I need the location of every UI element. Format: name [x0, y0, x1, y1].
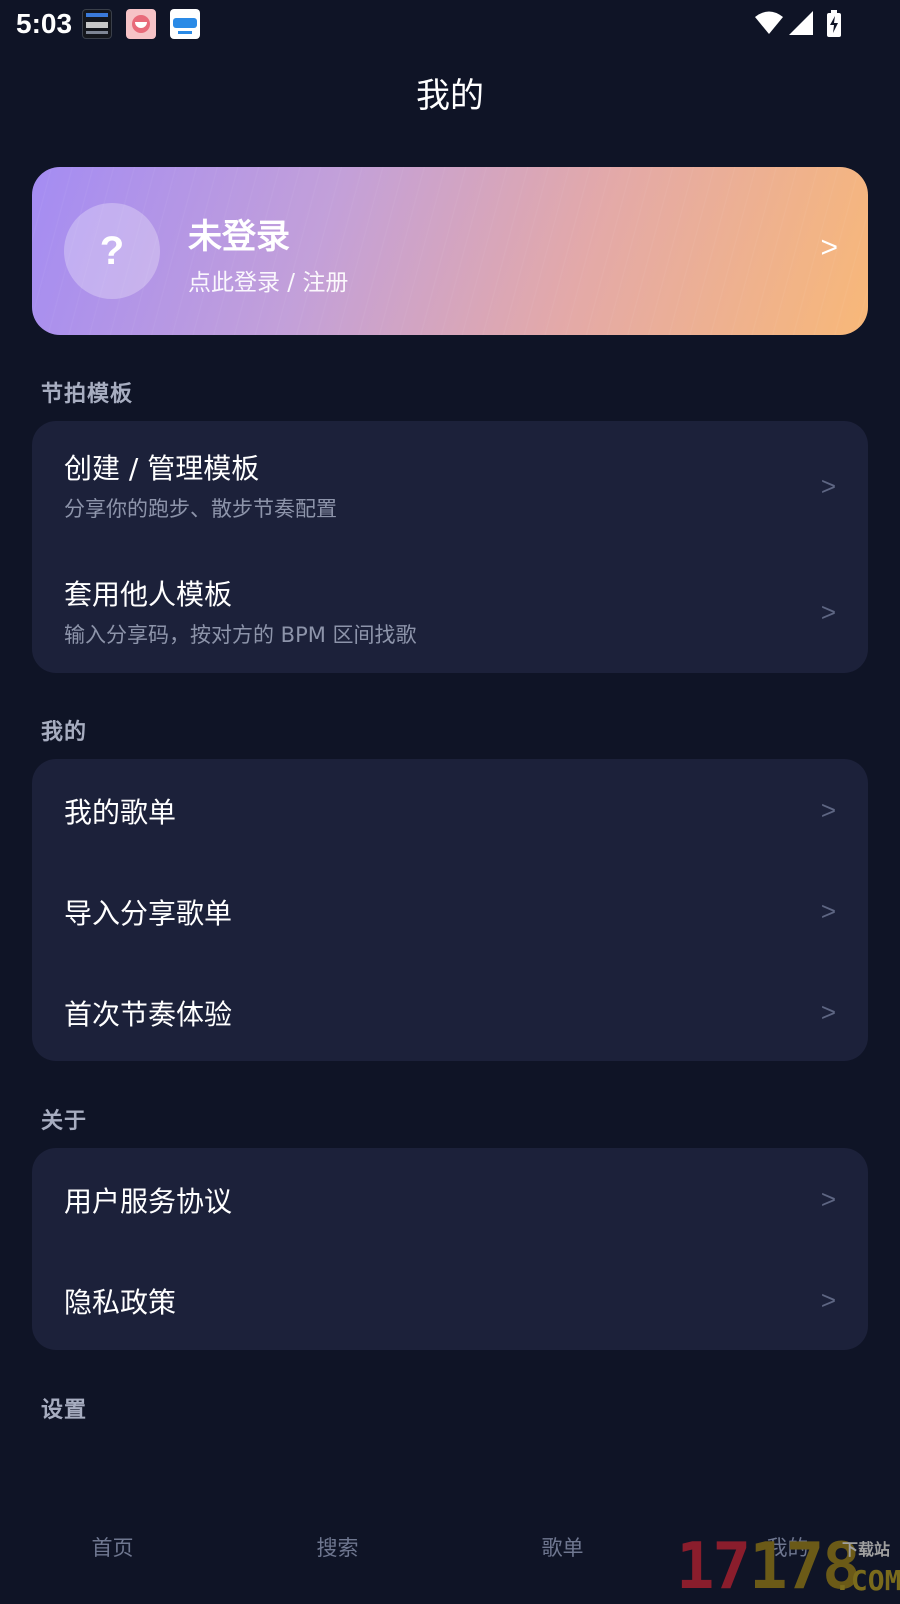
cooking-app-icon: [126, 9, 156, 39]
list-item-my-playlists[interactable]: 我的歌单 >: [32, 759, 868, 859]
profile-name: 未登录: [188, 217, 290, 257]
item-title: 用户服务协议: [64, 1185, 233, 1218]
item-title: 套用他人模板: [64, 578, 233, 611]
signal-icon: [789, 11, 813, 35]
section-title-mine: 我的: [41, 720, 88, 745]
login-profile-card[interactable]: ? 未登录 点此登录 / 注册 >: [32, 167, 868, 335]
templates-group: 创建 / 管理模板 分享你的跑步、散步节奏配置 > 套用他人模板 输入分享码，按…: [32, 421, 868, 673]
calendar-app-icon: [82, 9, 112, 39]
list-item-apply-template[interactable]: 套用他人模板 输入分享码，按对方的 BPM 区间找歌 >: [32, 547, 868, 673]
list-item-first-rhythm[interactable]: 首次节奏体验 >: [32, 961, 868, 1061]
item-title: 创建 / 管理模板: [64, 452, 260, 485]
chevron-right-icon: >: [820, 231, 838, 264]
chevron-right-icon: >: [820, 1285, 836, 1315]
chevron-right-icon: >: [820, 597, 836, 627]
list-item-user-agreement[interactable]: 用户服务协议 >: [32, 1148, 868, 1248]
list-item-create-template[interactable]: 创建 / 管理模板 分享你的跑步、散步节奏配置 >: [32, 421, 868, 547]
chevron-right-icon: >: [820, 471, 836, 501]
section-title-templates: 节拍模板: [41, 382, 134, 407]
chevron-right-icon: >: [820, 997, 836, 1027]
nav-label: 首页: [91, 1536, 134, 1560]
status-bar: 5:03: [0, 0, 900, 50]
avatar: ?: [64, 203, 160, 299]
list-item-privacy-policy[interactable]: 隐私政策 >: [32, 1249, 868, 1349]
chevron-right-icon: >: [820, 1184, 836, 1214]
nav-label: 搜索: [316, 1536, 359, 1560]
item-subtitle: 分享你的跑步、散步节奏配置: [64, 497, 337, 521]
item-title: 隐私政策: [64, 1286, 177, 1319]
watermark-number: 17178: [676, 1530, 861, 1604]
chevron-right-icon: >: [820, 896, 836, 926]
watermark-domain: .COM: [834, 1564, 900, 1597]
battery-charging-icon: [827, 10, 841, 37]
item-title: 导入分享歌单: [64, 897, 233, 930]
item-subtitle: 输入分享码，按对方的 BPM 区间找歌: [64, 623, 417, 647]
page-title: 我的: [416, 76, 484, 116]
status-time: 5:03: [16, 8, 73, 39]
item-title: 我的歌单: [64, 796, 177, 829]
mine-group: 我的歌单 > 导入分享歌单 > 首次节奏体验 >: [32, 759, 868, 1061]
nav-tab-playlists[interactable]: 歌单: [450, 1520, 675, 1590]
wifi-icon: [755, 11, 783, 34]
about-group: 用户服务协议 > 隐私政策 >: [32, 1148, 868, 1350]
section-title-about: 关于: [41, 1109, 88, 1134]
nav-label: 歌单: [541, 1536, 584, 1560]
watermark-logo: 17178 下载站 .COM: [676, 1534, 900, 1600]
section-title-settings: 设置: [41, 1398, 88, 1423]
chevron-right-icon: >: [820, 795, 836, 825]
nav-tab-search[interactable]: 搜索: [225, 1520, 450, 1590]
watermark-tagline: 下载站: [842, 1540, 891, 1559]
list-item-import-playlist[interactable]: 导入分享歌单 >: [32, 860, 868, 960]
nav-tab-home[interactable]: 首页: [0, 1520, 225, 1590]
weather-app-icon: [170, 9, 200, 39]
profile-login-hint: 点此登录 / 注册: [188, 270, 349, 296]
question-mark-icon: ?: [99, 228, 125, 273]
item-title: 首次节奏体验: [64, 998, 233, 1031]
